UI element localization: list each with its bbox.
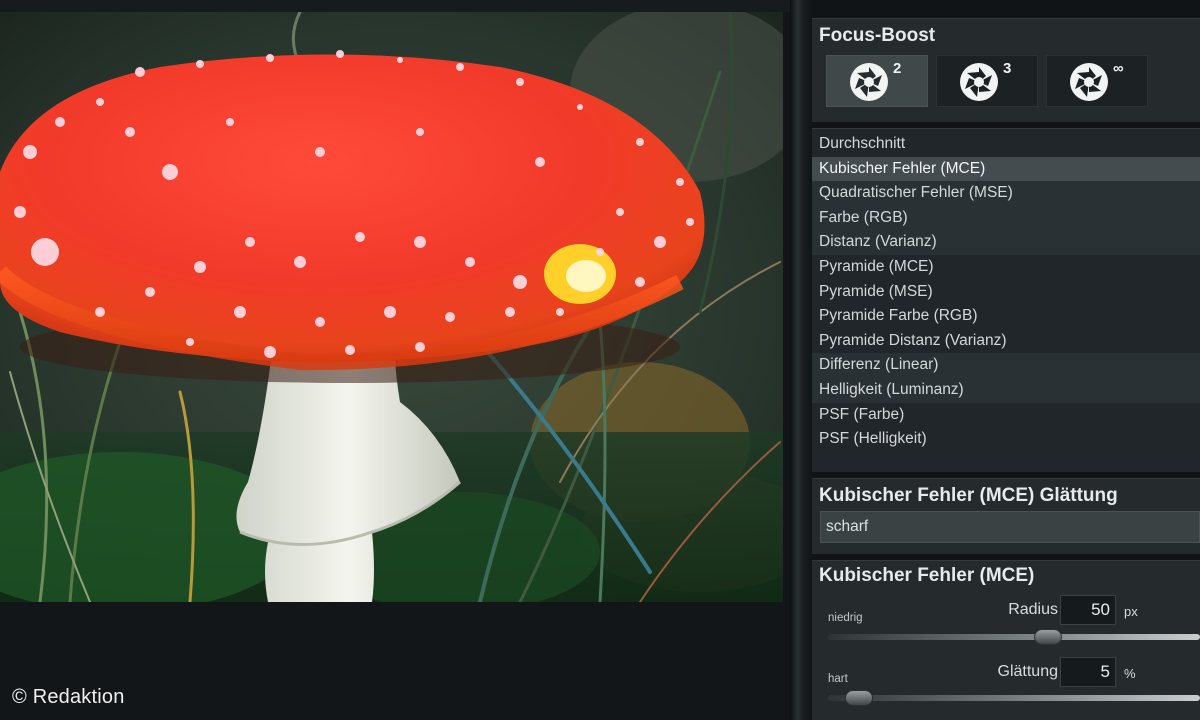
aperture-icon bbox=[960, 63, 998, 101]
focus-boost-3-label: 3 bbox=[1003, 60, 1012, 77]
aperture-icon bbox=[1070, 63, 1108, 101]
method-item-pyramide-farbe-rgb[interactable]: Pyramide Farbe (RGB) bbox=[812, 304, 1200, 329]
focus-boost-2-button[interactable]: 2 bbox=[826, 55, 928, 107]
method-item-psf-farbe[interactable]: PSF (Farbe) bbox=[812, 403, 1200, 428]
radius-unit: px bbox=[1124, 604, 1138, 619]
method-item-quadratischer-fehler-mse[interactable]: Quadratischer Fehler (MSE) bbox=[812, 181, 1200, 206]
focus-boost-section: Focus-Boost 2 3 ∞ bbox=[812, 18, 1200, 122]
smoothing-slider-thumb[interactable] bbox=[845, 690, 874, 706]
mushroom-photo bbox=[0, 12, 783, 602]
aperture-icon bbox=[850, 63, 888, 101]
viewer-top-strip bbox=[0, 0, 790, 12]
image-viewer: © Redaktion bbox=[0, 0, 790, 720]
focus-boost-2-label: 2 bbox=[893, 60, 902, 77]
focus-boost-title: Focus-Boost bbox=[819, 25, 936, 46]
method-item-farbe-rgb[interactable]: Farbe (RGB) bbox=[812, 205, 1200, 231]
method-list: Durchschnitt Kubischer Fehler (MCE) Quad… bbox=[812, 128, 1200, 472]
radius-min-label: niedrig bbox=[828, 612, 863, 624]
radius-slider-track[interactable] bbox=[828, 634, 1200, 640]
method-item-durchschnitt[interactable]: Durchschnitt bbox=[812, 132, 1200, 157]
settings-panel: Focus-Boost 2 3 ∞ Durchschnitt Kubischer… bbox=[812, 0, 1200, 720]
method-item-pyramide-mse[interactable]: Pyramide (MSE) bbox=[812, 280, 1200, 305]
photo-preview[interactable] bbox=[0, 12, 783, 602]
radius-value-input[interactable]: 50 bbox=[1060, 595, 1116, 625]
method-item-kubischer-fehler-mce[interactable]: Kubischer Fehler (MCE) bbox=[812, 156, 1200, 182]
smoothing-section: Kubischer Fehler (MCE) Glättung scharf bbox=[812, 478, 1200, 554]
method-item-distanz-varianz[interactable]: Distanz (Varianz) bbox=[812, 230, 1200, 255]
smoothing-slider-track[interactable] bbox=[828, 695, 1200, 701]
focus-boost-infinity-button[interactable]: ∞ bbox=[1046, 55, 1148, 107]
method-item-pyramide-mce[interactable]: Pyramide (MCE) bbox=[812, 255, 1200, 280]
focus-boost-infinity-label: ∞ bbox=[1113, 60, 1124, 77]
smoothing-param-label: Glättung bbox=[997, 663, 1058, 680]
focus-boost-3-button[interactable]: 3 bbox=[936, 55, 1038, 107]
panel-divider[interactable] bbox=[790, 0, 812, 720]
method-item-helligkeit-luminanz[interactable]: Helligkeit (Luminanz) bbox=[812, 378, 1200, 403]
smoothing-value-input[interactable]: 5 bbox=[1060, 657, 1116, 687]
mce-parameters-section: Kubischer Fehler (MCE) niedrig Radius 50… bbox=[812, 560, 1200, 720]
method-item-psf-helligkeit[interactable]: PSF (Helligkeit) bbox=[812, 427, 1200, 452]
mce-title: Kubischer Fehler (MCE) bbox=[819, 565, 1035, 586]
copyright-label: © Redaktion bbox=[12, 686, 125, 708]
smoothing-unit: % bbox=[1124, 666, 1136, 681]
method-item-pyramide-distanz-varianz[interactable]: Pyramide Distanz (Varianz) bbox=[812, 329, 1200, 354]
smoothing-select[interactable]: scharf bbox=[820, 511, 1200, 543]
radius-label: Radius bbox=[1008, 601, 1058, 618]
radius-slider-thumb[interactable] bbox=[1034, 629, 1063, 645]
method-item-differenz-linear[interactable]: Differenz (Linear) bbox=[812, 353, 1200, 378]
smoothing-title: Kubischer Fehler (MCE) Glättung bbox=[819, 485, 1118, 506]
smoothing-min-label: hart bbox=[828, 673, 848, 685]
